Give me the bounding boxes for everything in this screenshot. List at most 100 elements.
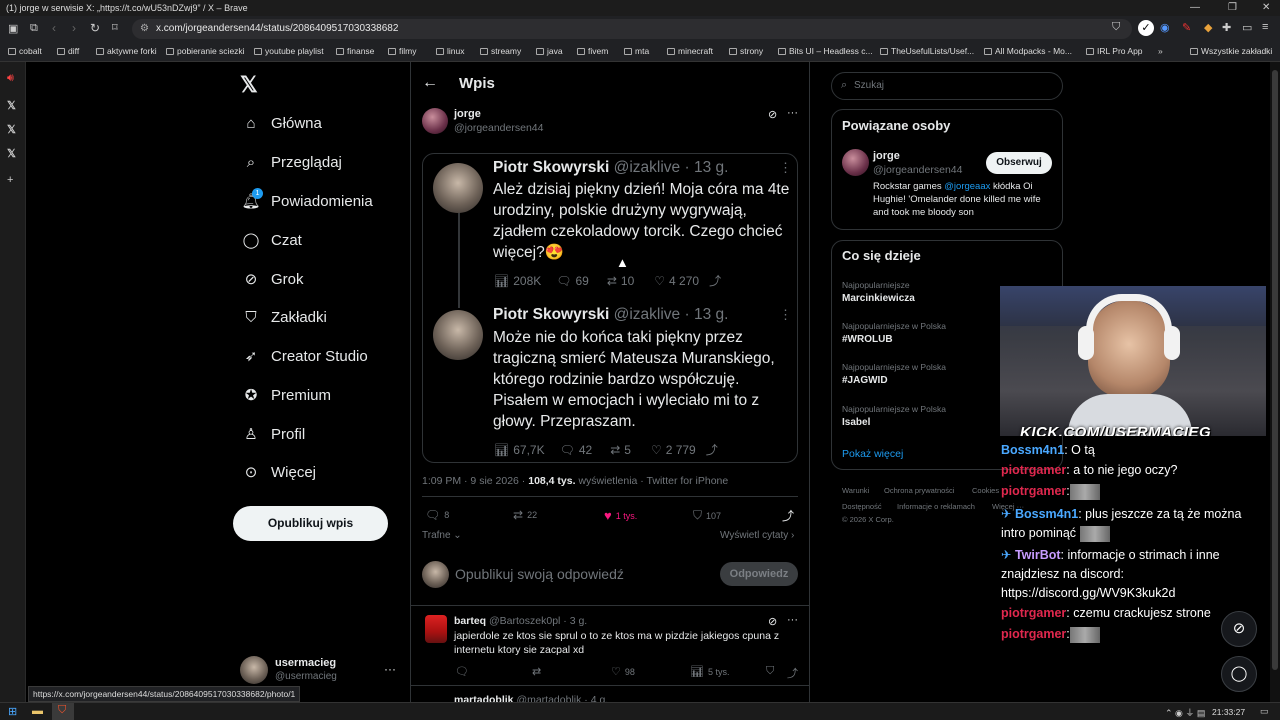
view-quotes-link[interactable]: Wyświetl cytaty › <box>720 530 794 541</box>
repost-action[interactable]: ⇄ 22 <box>513 508 537 522</box>
bookmark-item[interactable]: youtube playlist <box>254 46 324 56</box>
show-more-link[interactable]: Pokaż więcej <box>842 448 903 460</box>
more-icon[interactable]: ··· <box>787 107 798 119</box>
like-icon[interactable]: ♡ <box>651 443 662 457</box>
back-icon[interactable]: ‹ <box>52 21 56 35</box>
grok-icon[interactable]: ⊘ <box>768 108 777 121</box>
bookmark-folder[interactable]: strony <box>729 46 763 56</box>
avatar[interactable] <box>842 149 869 176</box>
footer-link[interactable]: Cookies <box>972 486 999 495</box>
reload-icon[interactable]: ↻ <box>90 21 100 35</box>
reply-action[interactable]: 🗨︎ <box>455 665 469 678</box>
like-icon[interactable]: ♡ <box>654 274 665 288</box>
follow-button[interactable]: Obserwuj <box>986 152 1052 174</box>
forward-icon[interactable]: › <box>72 21 76 35</box>
sidebar-toggle-icon[interactable]: ▣ <box>8 22 18 35</box>
menu-icon[interactable]: ≡ <box>1262 21 1268 33</box>
share-icon[interactable]: ⤴ <box>706 441 718 458</box>
footer-link[interactable]: Informacje o reklamach <box>897 502 975 511</box>
messages-fab-icon[interactable]: ◯ <box>1221 656 1257 692</box>
nav-chat[interactable]: ◯ Czat <box>240 228 302 252</box>
add-tab-icon[interactable]: + <box>7 174 13 186</box>
brave-taskbar-item[interactable]: ⛉ <box>52 703 74 720</box>
bookmark-item[interactable]: diff <box>57 46 79 56</box>
bookmark-icon[interactable]: ⌑ <box>112 21 118 34</box>
reply-input[interactable]: Opublikuj swoją odpowiedź <box>455 566 624 582</box>
trend-name[interactable]: Isabel <box>842 417 870 428</box>
bookmark-item[interactable]: All Modpacks - Mo... <box>984 46 1072 56</box>
nav-profile[interactable]: ♙ Profil <box>240 422 305 446</box>
nav-notifications[interactable]: 🔔︎ 1 Powiadomienia <box>240 188 373 213</box>
trend-name[interactable]: Marcinkiewicza <box>842 293 915 304</box>
avatar[interactable] <box>433 163 483 213</box>
bookmark-folder[interactable]: streamy <box>480 46 521 56</box>
like-action[interactable]: ♥ 1 tys. <box>604 508 637 523</box>
search-input[interactable]: Szukaj <box>854 80 884 91</box>
post-button[interactable]: Opublikuj wpis <box>233 506 388 541</box>
bookmark-folder[interactable]: finanse <box>336 46 374 56</box>
more-bookmarks-icon[interactable]: » <box>1158 46 1163 56</box>
quoted-author-name[interactable]: Piotr Skowyrski <box>493 306 609 323</box>
reply-icon[interactable]: 🗨︎ <box>560 443 575 457</box>
author-name[interactable]: jorge <box>454 108 481 120</box>
bookmark-item[interactable]: pobieranie sciezki <box>166 46 245 56</box>
bookmark-item[interactable]: TheUsefulLists/Usef... <box>880 46 974 56</box>
repost-icon[interactable]: ⇄ <box>610 443 620 457</box>
x-tab-icon[interactable]: 𝕏 <box>7 147 16 160</box>
share-action[interactable]: ⤴ <box>787 665 798 681</box>
scrollbar[interactable] <box>1270 62 1280 702</box>
wallet-icon[interactable]: ▭ <box>1242 21 1252 34</box>
quoted-author-handle[interactable]: @izaklive <box>614 306 681 323</box>
x-logo-icon[interactable]: 𝕏 <box>240 72 258 98</box>
bookmark-folder[interactable]: fivem <box>577 46 608 56</box>
nav-home[interactable]: ⌂ Główna <box>240 111 321 135</box>
footer-link[interactable]: Dostępność <box>842 502 882 511</box>
extensions-icon[interactable]: ✚ <box>1222 21 1231 34</box>
footer-link[interactable]: Warunki <box>842 486 869 495</box>
nav-premium[interactable]: ✪ Premium <box>240 383 331 407</box>
minimize-icon[interactable]: — <box>1190 0 1200 16</box>
more-icon[interactable]: ··· <box>787 614 798 626</box>
windows-start-icon[interactable]: ⊞ <box>8 705 17 718</box>
bookmark-item[interactable]: Bits UI – Headless c... <box>778 46 873 56</box>
quoted-author-name[interactable]: Piotr Skowyrski <box>493 159 609 176</box>
nav-creator-studio[interactable]: ➶ Creator Studio <box>240 344 368 368</box>
notifications-icon[interactable]: ▭ <box>1260 706 1269 717</box>
trend-name[interactable]: #WROLUB <box>842 334 893 345</box>
bookmark-item[interactable]: IRL Pro App <box>1086 46 1143 56</box>
related-name[interactable]: jorge <box>873 150 900 162</box>
more-vertical-icon[interactable]: ⋮ <box>779 160 792 176</box>
search-box[interactable]: ⌕ Szukaj <box>831 72 1063 100</box>
shields-icon[interactable]: ⛉ <box>1112 21 1120 34</box>
tray-icons[interactable]: ⌃ ◉ ⏚ ▤ <box>1165 706 1205 719</box>
author-handle[interactable]: @jorgeandersen44 <box>454 122 543 134</box>
scrollbar-thumb[interactable] <box>1272 70 1278 670</box>
check-extension-icon[interactable]: ✓ <box>1138 20 1154 36</box>
audio-icon[interactable]: 🔊︎ <box>7 72 14 85</box>
all-bookmarks[interactable]: Wszystkie zakładki <box>1190 46 1272 56</box>
views-icon[interactable]: 📊︎ <box>494 443 509 457</box>
bookmark-action[interactable]: ⛉ <box>766 665 774 678</box>
nav-explore[interactable]: ⌕ Przeglądaj <box>240 150 342 174</box>
nav-more[interactable]: ⊙ Więcej <box>240 460 316 484</box>
repost-action[interactable]: ⇄ <box>532 665 541 678</box>
share-icon[interactable]: ⤴ <box>782 507 794 524</box>
extension-2-icon[interactable]: ✎ <box>1182 21 1191 34</box>
quoted-author-handle[interactable]: @izaklive <box>614 159 681 176</box>
close-icon[interactable]: ✕ <box>1262 0 1270 16</box>
bookmark-folder[interactable]: minecraft <box>667 46 713 56</box>
related-handle[interactable]: @jorgeandersen44 <box>873 164 962 176</box>
x-tab-icon[interactable]: 𝕏 <box>7 123 16 136</box>
maximize-icon[interactable]: ❐ <box>1228 0 1237 16</box>
reply-icon[interactable]: 🗨︎ <box>556 274 571 288</box>
reply-action[interactable]: 🗨︎ 8 <box>425 508 449 522</box>
bookmark-item[interactable]: cobalt <box>8 46 42 56</box>
avatar[interactable] <box>240 656 268 684</box>
footer-link[interactable]: Ochrona prywatności <box>884 486 954 495</box>
address-bar[interactable]: ⚙ x.com/jorgeandersen44/status/208640951… <box>132 19 1132 39</box>
tabs-icon[interactable]: ⧉ <box>30 22 38 35</box>
views-icon[interactable]: 📊︎ <box>494 274 509 288</box>
grok-icon[interactable]: ⊘ <box>768 615 777 628</box>
folder-icon[interactable]: ▬ <box>32 705 43 717</box>
share-icon[interactable]: ⤴ <box>709 272 721 289</box>
